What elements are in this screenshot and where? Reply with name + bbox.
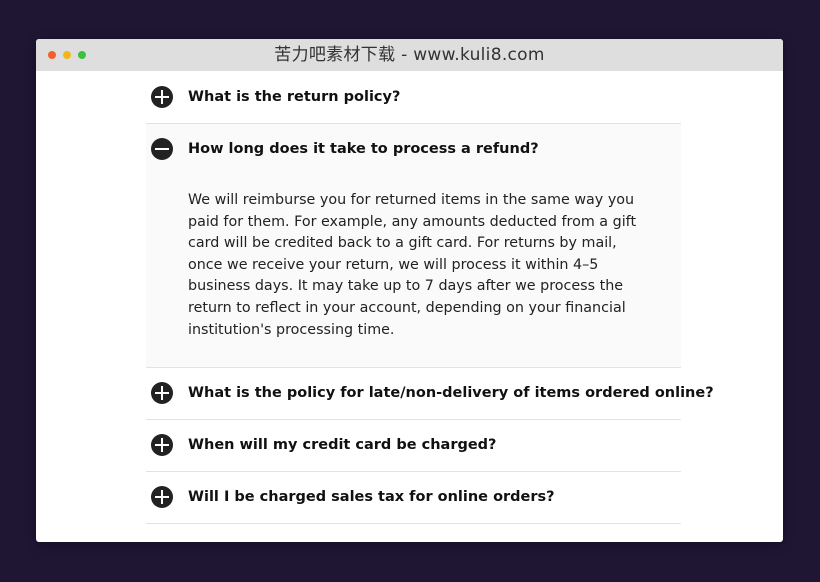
- plus-circle-icon[interactable]: [151, 382, 173, 405]
- window-title: 苦力吧素材下载 - www.kuli8.com: [274, 45, 545, 65]
- browser-window: 苦力吧素材下载 - www.kuli8.com What is the retu…: [36, 39, 783, 542]
- faq-question-header[interactable]: What is the return policy?: [146, 72, 681, 123]
- faq-item: What is the return policy?: [146, 72, 681, 124]
- faq-question: When will my credit card be charged?: [188, 437, 497, 454]
- faq-question-header[interactable]: How long does it take to process a refun…: [146, 124, 681, 175]
- faq-item: Will I be charged sales tax for online o…: [146, 472, 681, 525]
- faq-item: What is the policy for late/non-delivery…: [146, 368, 714, 421]
- minus-circle-icon[interactable]: [151, 138, 173, 160]
- faq-answer: We will reimburse you for returned items…: [188, 192, 637, 338]
- faq-accordion: What is the return policy? How long does…: [146, 72, 714, 525]
- faq-item: When will my credit card be charged?: [146, 420, 681, 473]
- faq-item-expanded: How long does it take to process a refun…: [146, 124, 681, 369]
- faq-question: What is the return policy?: [188, 89, 401, 105]
- faq-question: What is the policy for late/non-delivery…: [188, 385, 714, 402]
- faq-question-header[interactable]: Will I be charged sales tax for online o…: [146, 472, 681, 523]
- plus-circle-icon[interactable]: [151, 434, 173, 457]
- faq-question-header[interactable]: When will my credit card be charged?: [146, 420, 681, 471]
- faq-question-header[interactable]: What is the policy for late/non-delivery…: [146, 368, 714, 419]
- faq-question: Will I be charged sales tax for online o…: [188, 489, 555, 506]
- plus-circle-icon[interactable]: [151, 486, 173, 509]
- faq-question: How long does it take to process a refun…: [188, 141, 539, 157]
- plus-circle-icon[interactable]: [151, 86, 173, 108]
- title-bar: 苦力吧素材下载 - www.kuli8.com: [36, 39, 783, 71]
